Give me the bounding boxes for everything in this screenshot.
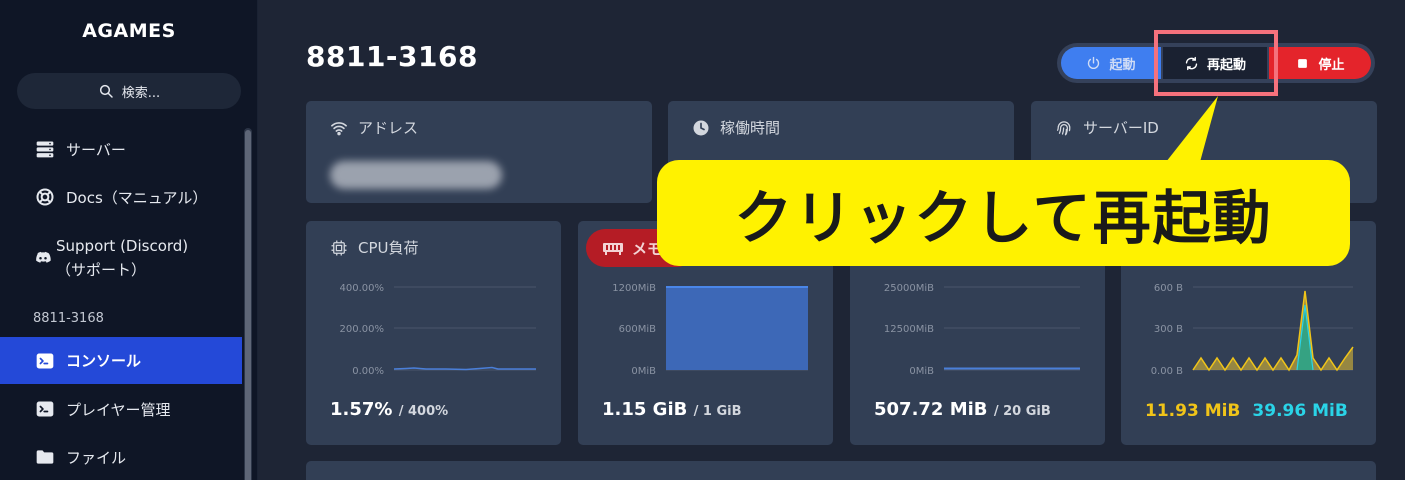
sidebar-item-docs[interactable]: Docs（マニュアル） [0, 184, 242, 210]
folder-icon [34, 446, 56, 468]
memory-series-area [666, 287, 808, 370]
callout-tail [1166, 96, 1218, 162]
sidebar: AGAMES 検索... サーバー Docs（マニュアル） Support (D… [0, 0, 258, 480]
memory-value: 1.15 GiB / 1 GiB [602, 399, 742, 420]
stop-button[interactable]: 停止 [1269, 47, 1371, 79]
tick-label: 0.00% [352, 366, 384, 377]
network-tx-value: 39.96 MiB [1252, 401, 1348, 421]
start-label: 起動 [1109, 57, 1136, 73]
cpu-series-line [393, 366, 536, 371]
app-root: AGAMES 検索... サーバー Docs（マニュアル） Support (D… [0, 0, 1405, 480]
lifebuoy-icon [34, 186, 56, 208]
callout-banner: クリックして再起動 [657, 160, 1350, 266]
sidebar-item-files[interactable]: ファイル [0, 444, 242, 470]
sidebar-section-title: 8811-3168 [33, 311, 104, 326]
network-rx-line [1192, 290, 1354, 372]
uptime-label: 稼働時間 [692, 117, 780, 138]
sidebar-item-console[interactable]: コンソール [0, 337, 242, 384]
disk-value: 507.72 MiB / 20 GiB [874, 399, 1051, 420]
tick-label: 25000MiB [884, 283, 934, 294]
discord-icon [32, 247, 54, 269]
power-icon [1088, 56, 1100, 69]
sidebar-item-label: ファイル [66, 448, 127, 467]
cpu-value: 1.57% / 400% [330, 399, 449, 420]
server-icon [34, 138, 56, 160]
sidebar-item-label-sub: （サポート） [56, 261, 147, 279]
fingerprint-icon [1056, 120, 1071, 135]
sidebar-item-support[interactable]: Support (Discord) （サポート） [0, 234, 242, 282]
start-button[interactable]: 起動 [1061, 47, 1161, 79]
clock-icon [693, 120, 709, 135]
sidebar-scrollbar[interactable] [244, 128, 252, 480]
search-icon [99, 84, 113, 98]
scrollbar-thumb[interactable] [245, 130, 251, 480]
tick-label: 400.00% [340, 283, 385, 294]
terminal-icon [34, 350, 56, 372]
stop-icon [1298, 58, 1308, 68]
server-id-label: サーバーID [1055, 117, 1159, 138]
wifi-icon [331, 121, 347, 135]
tick-label: 12500MiB [884, 324, 934, 335]
console-panel [306, 461, 1376, 480]
sidebar-item-label: コンソール [66, 352, 142, 370]
sidebar-item-label: プレイヤー管理 [66, 400, 171, 419]
address-card: アドレス [306, 101, 652, 203]
sidebar-item-players[interactable]: プレイヤー管理 [0, 396, 242, 422]
stop-label: 停止 [1318, 57, 1345, 73]
tick-label: 600 B [1154, 283, 1183, 294]
tick-label: 1200MiB [612, 283, 656, 294]
search-button[interactable]: 検索... [17, 73, 241, 109]
terminal-icon [34, 398, 56, 420]
address-value-redacted [330, 161, 502, 189]
sidebar-item-label: Support (Discord) [56, 237, 189, 255]
search-label: 検索... [121, 85, 161, 101]
network-values: 11.93 MiB 39.96 MiB [1145, 401, 1348, 421]
network-rx-value: 11.93 MiB [1145, 401, 1241, 421]
page-title: 8811-3168 [306, 40, 478, 73]
tick-label: 0.00 B [1151, 366, 1183, 377]
cpu-stat-card: CPU負荷 400.00% 200.00% 0.00% 1.57% / 400% [306, 221, 561, 445]
tick-label: 0MiB [631, 366, 656, 377]
sidebar-item-label: サーバー [66, 140, 126, 159]
sidebar-item-label: Docs（マニュアル） [66, 188, 208, 207]
tick-label: 200.00% [340, 324, 385, 335]
brand-logo[interactable]: AGAMES [0, 20, 258, 42]
tick-label: 0MiB [909, 366, 934, 377]
tick-label: 600MiB [619, 324, 656, 335]
tick-label: 300 B [1154, 324, 1183, 335]
sidebar-item-servers[interactable]: サーバー [0, 136, 242, 162]
highlight-box [1154, 30, 1278, 96]
address-label: アドレス [330, 117, 418, 138]
